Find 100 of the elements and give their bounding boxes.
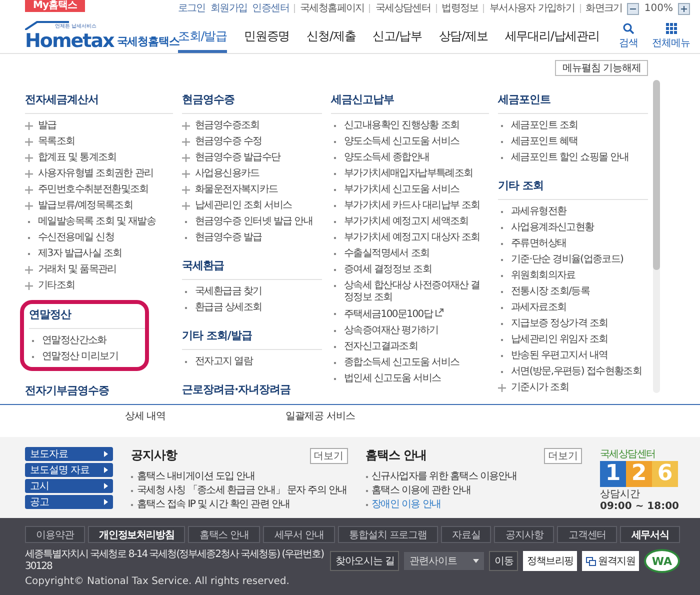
menu-item[interactable]: 수출실적명세서 조회 bbox=[331, 246, 489, 262]
go-button[interactable]: 이동 bbox=[489, 551, 518, 571]
logo-wordmark[interactable]: Hometax bbox=[25, 30, 114, 52]
menu-heading[interactable]: 국세환급 bbox=[182, 254, 322, 280]
menu-item[interactable]: 세금포인트 할인 쇼핑몰 안내 bbox=[498, 150, 648, 166]
menu-item[interactable]: 반송된 우편고지서 내역 bbox=[498, 348, 648, 364]
menu-heading[interactable]: 기타 조회 bbox=[498, 174, 648, 200]
menu-item[interactable]: 전자신고결과조회 bbox=[331, 338, 489, 355]
menu-item[interactable]: 현금영수증 인터넷 발급 안내 bbox=[182, 214, 322, 230]
menu-item[interactable]: 사용자유형별 조회권한 관리 bbox=[25, 166, 173, 182]
menu-item[interactable]: 기타조회 bbox=[25, 278, 173, 294]
nav-tab[interactable]: 세무대리/납세관리 bbox=[504, 20, 600, 53]
notice-link[interactable]: 홈택스 내비게이션 도입 안내 bbox=[131, 470, 348, 484]
scrollbar[interactable] bbox=[653, 80, 660, 393]
top-link[interactable]: 화면크기 bbox=[586, 2, 622, 15]
menu-item[interactable]: 사업용신용카드 bbox=[182, 166, 322, 182]
footer-link[interactable]: 세무서식 bbox=[620, 526, 680, 543]
menu-item[interactable]: 서면(방문,우편등) 접수현황조회 bbox=[498, 364, 648, 380]
top-link[interactable]: 회원가입 bbox=[210, 2, 248, 15]
menu-item[interactable]: 세금포인트 혜택 bbox=[498, 134, 648, 150]
menu-item[interactable]: 거래처 및 품목관리 bbox=[25, 262, 173, 278]
menu-item[interactable]: 과세유형전환 bbox=[498, 204, 648, 220]
menu-item[interactable]: 상속세 합산대상 사전증여재산 결정정보 조회 bbox=[331, 278, 489, 306]
briefing-button[interactable]: 정책브리핑 bbox=[523, 551, 578, 571]
nav-tab[interactable]: 상담/제보 bbox=[438, 20, 488, 53]
menu-item[interactable]: 세금포인트 조회 bbox=[498, 118, 648, 134]
remote-support-button[interactable]: 원격지원 bbox=[582, 551, 639, 571]
notice-link[interactable]: 홈택스 이용에 관한 안내 bbox=[366, 484, 582, 498]
menu-heading[interactable]: 전자기부금영수증 bbox=[25, 380, 173, 404]
footer-link[interactable]: 세무서 안내 bbox=[263, 526, 335, 543]
collapse-menu-button[interactable]: 메뉴펼침 기능해제 bbox=[555, 60, 648, 76]
menu-item[interactable]: 현금영수증 발급수단 bbox=[182, 150, 322, 166]
menu-item[interactable]: 합계표 및 통계조회 bbox=[25, 150, 173, 166]
logo-name[interactable]: 국세청홈택스 bbox=[116, 34, 180, 49]
footer-link[interactable]: 이용약관 bbox=[25, 526, 85, 543]
related-sites-select[interactable]: 관련사이트 bbox=[404, 552, 484, 570]
menu-item[interactable]: 부가가치세 카드사 대리납부 조회 bbox=[331, 198, 489, 214]
menu-item[interactable]: 증여세 결정정보 조회 bbox=[331, 262, 489, 278]
footer-link[interactable]: 통합설치 프로그램 bbox=[338, 526, 438, 543]
footer-link[interactable]: 개인정보처리방침 bbox=[88, 526, 186, 543]
menu-heading[interactable]: 기타 조회/발급 bbox=[182, 324, 322, 350]
menu-item[interactable]: 신고내용확인 진행상황 조회 bbox=[331, 118, 489, 134]
menu-item[interactable]: 사업용계좌신고현황 bbox=[498, 220, 648, 236]
zoom-in-button[interactable] bbox=[678, 2, 690, 14]
notice-link[interactable]: 홈택스 접속 IP 및 시간 확인 관련 안내 bbox=[131, 498, 348, 512]
menu-item[interactable]: 부가가치세 신고도움 서비스 bbox=[331, 182, 489, 198]
menu-item[interactable]: 주류면허상태 bbox=[498, 236, 648, 252]
menu-item[interactable]: 부가가치세 예정고지 대상자 조회 bbox=[331, 230, 489, 246]
notice-link[interactable]: 국세청 사칭 「종소세 환급금 안내」 문자 주의 안내 bbox=[131, 484, 348, 498]
nav-tab[interactable]: 신고/납부 bbox=[372, 20, 422, 53]
notice-link[interactable]: 장애인 이용 안내 bbox=[366, 498, 582, 512]
menu-item[interactable]: 연말정산간소화 bbox=[29, 332, 145, 349]
menu-item[interactable]: 환급금 상세조회 bbox=[182, 300, 322, 316]
my-hometax-tab[interactable]: My홈택스 bbox=[25, 0, 85, 12]
menu-item[interactable]: 법인세 신고도움 서비스 bbox=[331, 370, 489, 387]
menu-item[interactable]: 국세환급금 찾기 bbox=[182, 284, 322, 300]
menu-item[interactable]: 현금영수증조회 bbox=[182, 118, 322, 134]
menu-item[interactable]: 위원회회의자료 bbox=[498, 268, 648, 284]
menu-item[interactable]: 현금영수증 발급 bbox=[182, 230, 322, 246]
menu-item[interactable]: 수신전용메일 신청 bbox=[25, 230, 173, 246]
menu-item[interactable]: 양도소득세 종합안내 bbox=[331, 150, 489, 166]
top-link[interactable]: 로그인 bbox=[178, 2, 206, 15]
menu-item[interactable]: 발급보류/예정목록조회 bbox=[25, 198, 173, 214]
top-link[interactable]: 법령정보 bbox=[442, 2, 478, 15]
footer-link[interactable]: 고객센터 bbox=[557, 526, 618, 543]
more-button[interactable]: 더보기 bbox=[544, 448, 582, 464]
header-tool[interactable]: 전체메뉴 bbox=[652, 22, 690, 50]
menu-item[interactable]: 과세자료조회 bbox=[498, 300, 648, 316]
menu-item[interactable]: 지급보증 정상가격 조회 bbox=[498, 316, 648, 332]
menu-item[interactable]: 목록조회 bbox=[25, 134, 173, 150]
more-button[interactable]: 더보기 bbox=[310, 448, 348, 464]
menu-heading[interactable]: 현금영수증 bbox=[182, 88, 322, 114]
menu-item[interactable]: 주택세금100문100답 bbox=[331, 306, 489, 323]
top-link[interactable]: 부서사용자 가입하기 bbox=[489, 2, 575, 15]
menu-heading[interactable]: 근로장려금·자녀장려금 bbox=[182, 378, 322, 403]
menu-item[interactable]: 연말정산 미리보기 bbox=[29, 348, 145, 365]
menu-item[interactable]: 주민번호수취분전환및조회 bbox=[25, 182, 173, 198]
top-link[interactable]: 국세상담센터 bbox=[375, 2, 431, 15]
menu-item[interactable]: 전자고지 열람 bbox=[182, 354, 322, 370]
side-link-button[interactable]: 고시 bbox=[25, 479, 113, 494]
menu-heading[interactable]: 세금포인트 bbox=[498, 88, 648, 114]
menu-item[interactable]: 기준시가 조회 bbox=[498, 380, 648, 396]
directions-button[interactable]: 찾아오시는 길 bbox=[330, 551, 400, 571]
notice-link[interactable]: 신규사업자를 위한 홈택스 이용안내 bbox=[366, 470, 582, 484]
menu-item[interactable]: 종합소득세 신고도움 서비스 bbox=[331, 354, 489, 371]
footer-link[interactable]: 홈택스 안내 bbox=[188, 526, 260, 543]
menu-item[interactable]: 전통시장 조회/등록 bbox=[498, 284, 648, 300]
menu-item[interactable]: 양도소득세 신고도움 서비스 bbox=[331, 134, 489, 150]
menu-item[interactable]: 납세관리인 조회 서비스 bbox=[182, 198, 322, 214]
menu-item[interactable]: 현금영수증 수정 bbox=[182, 134, 322, 150]
menu-heading[interactable]: 연말정산 bbox=[29, 304, 145, 329]
zoom-out-button[interactable] bbox=[627, 2, 640, 14]
menu-item[interactable]: 화물운전자복지카드 bbox=[182, 182, 322, 198]
menu-item[interactable]: 제3자 발급사실 조회 bbox=[25, 246, 173, 262]
menu-heading[interactable]: 전자세금계산서 bbox=[25, 88, 173, 114]
footer-link[interactable]: 공지사항 bbox=[494, 526, 554, 543]
top-link[interactable]: 국세청홈페이지 bbox=[300, 2, 364, 15]
menu-item[interactable]: 상속증여재산 평가하기 bbox=[331, 322, 489, 339]
header-tool[interactable]: 검색 bbox=[619, 22, 638, 50]
menu-item[interactable]: 메일발송목록 조회 및 재발송 bbox=[25, 214, 173, 230]
